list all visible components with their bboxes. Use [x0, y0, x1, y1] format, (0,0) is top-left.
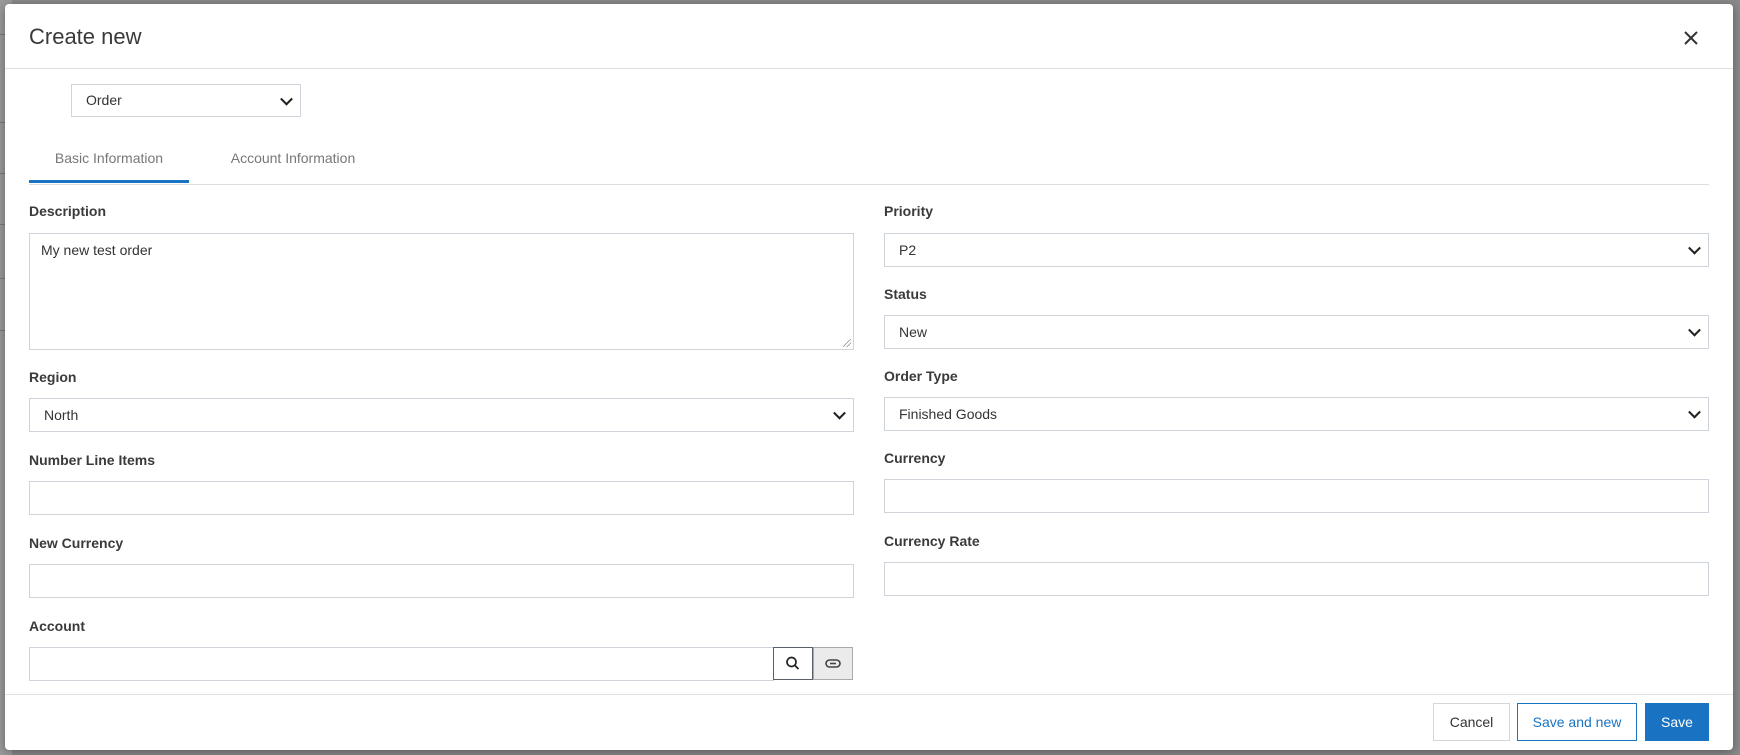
chevron-down-icon — [1688, 405, 1701, 419]
description-textarea[interactable]: My new test order — [29, 233, 854, 350]
tab-bar: Basic Information Account Information — [29, 134, 1709, 185]
description-label: Description — [29, 203, 107, 219]
currency-input[interactable] — [884, 479, 1709, 513]
chevron-down-icon — [1688, 241, 1701, 255]
new-currency-input[interactable] — [29, 564, 854, 598]
close-button[interactable] — [1679, 26, 1703, 50]
search-icon — [786, 656, 800, 670]
link-icon — [825, 659, 841, 668]
chevron-down-icon — [1688, 323, 1701, 337]
chevron-down-icon — [280, 92, 293, 106]
header-divider — [5, 68, 1733, 69]
account-link-button[interactable] — [813, 647, 853, 680]
record-type-value: Order — [86, 92, 122, 108]
currency-label: Currency — [884, 450, 946, 466]
number-line-items-input[interactable] — [29, 481, 854, 515]
order-type-label: Order Type — [884, 368, 958, 384]
dialog-title: Create new — [29, 24, 142, 49]
close-icon — [1684, 31, 1698, 45]
save-and-new-button[interactable]: Save and new — [1517, 703, 1637, 741]
currency-rate-label: Currency Rate — [884, 533, 980, 549]
region-value: North — [44, 407, 79, 423]
save-button[interactable]: Save — [1645, 703, 1709, 741]
tab-account-information[interactable]: Account Information — [213, 134, 373, 182]
resize-handle-icon[interactable] — [843, 339, 851, 347]
priority-select[interactable]: P2 — [884, 233, 1709, 267]
order-type-value: Finished Goods — [899, 406, 998, 422]
number-line-items-label: Number Line Items — [29, 452, 156, 468]
status-label: Status — [884, 286, 927, 302]
currency-rate-input[interactable] — [884, 562, 1709, 596]
region-select[interactable]: North — [29, 398, 854, 432]
tab-basic-information[interactable]: Basic Information — [29, 134, 189, 183]
chevron-down-icon — [833, 406, 846, 420]
order-type-select[interactable]: Finished Goods — [884, 397, 1709, 431]
account-label: Account — [29, 618, 85, 634]
account-input[interactable] — [29, 647, 774, 681]
record-type-select[interactable]: Order — [71, 84, 301, 117]
region-label: Region — [29, 369, 77, 385]
create-new-dialog: Create new Order Basic Information Accou… — [5, 4, 1733, 750]
account-search-button[interactable] — [773, 647, 813, 680]
priority-value: P2 — [899, 242, 917, 258]
status-select[interactable]: New — [884, 315, 1709, 349]
cancel-button[interactable]: Cancel — [1433, 703, 1510, 741]
footer-divider — [5, 694, 1733, 695]
status-value: New — [899, 324, 928, 340]
new-currency-label: New Currency — [29, 535, 124, 551]
description-value: My new test order — [41, 242, 153, 258]
priority-label: Priority — [884, 203, 934, 219]
